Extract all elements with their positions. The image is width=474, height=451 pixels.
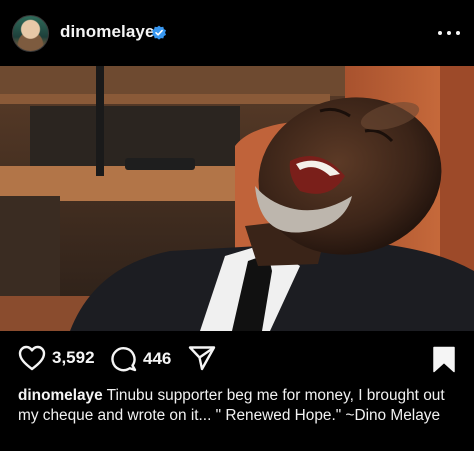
post-image [0,66,474,331]
like-button[interactable]: 3,592 [18,345,95,371]
caption-username[interactable]: dinomelaye [18,387,103,404]
share-button[interactable] [188,345,216,371]
verified-badge-icon [152,25,166,40]
comment-button[interactable]: 446 [110,345,171,372]
comment-bubble-icon[interactable] [110,345,137,372]
more-options-icon[interactable] [438,22,460,44]
post-header: dinomelaye [0,0,474,66]
heart-icon[interactable] [18,345,46,371]
avatar[interactable] [12,15,49,52]
action-bar: 3,592 446 [0,331,474,387]
bookmark-icon[interactable] [432,346,456,373]
save-button[interactable] [432,346,456,378]
comment-count[interactable]: 446 [143,349,171,369]
paper-plane-icon[interactable] [188,345,216,371]
instagram-post: dinomelaye 3,592 446 dinomelaye Tinubu s… [0,0,474,451]
post-caption: dinomelaye Tinubu supporter beg me for m… [18,386,468,425]
like-count[interactable]: 3,592 [52,348,95,368]
username[interactable]: dinomelaye [60,22,155,42]
laughing-man-photo [0,66,474,331]
